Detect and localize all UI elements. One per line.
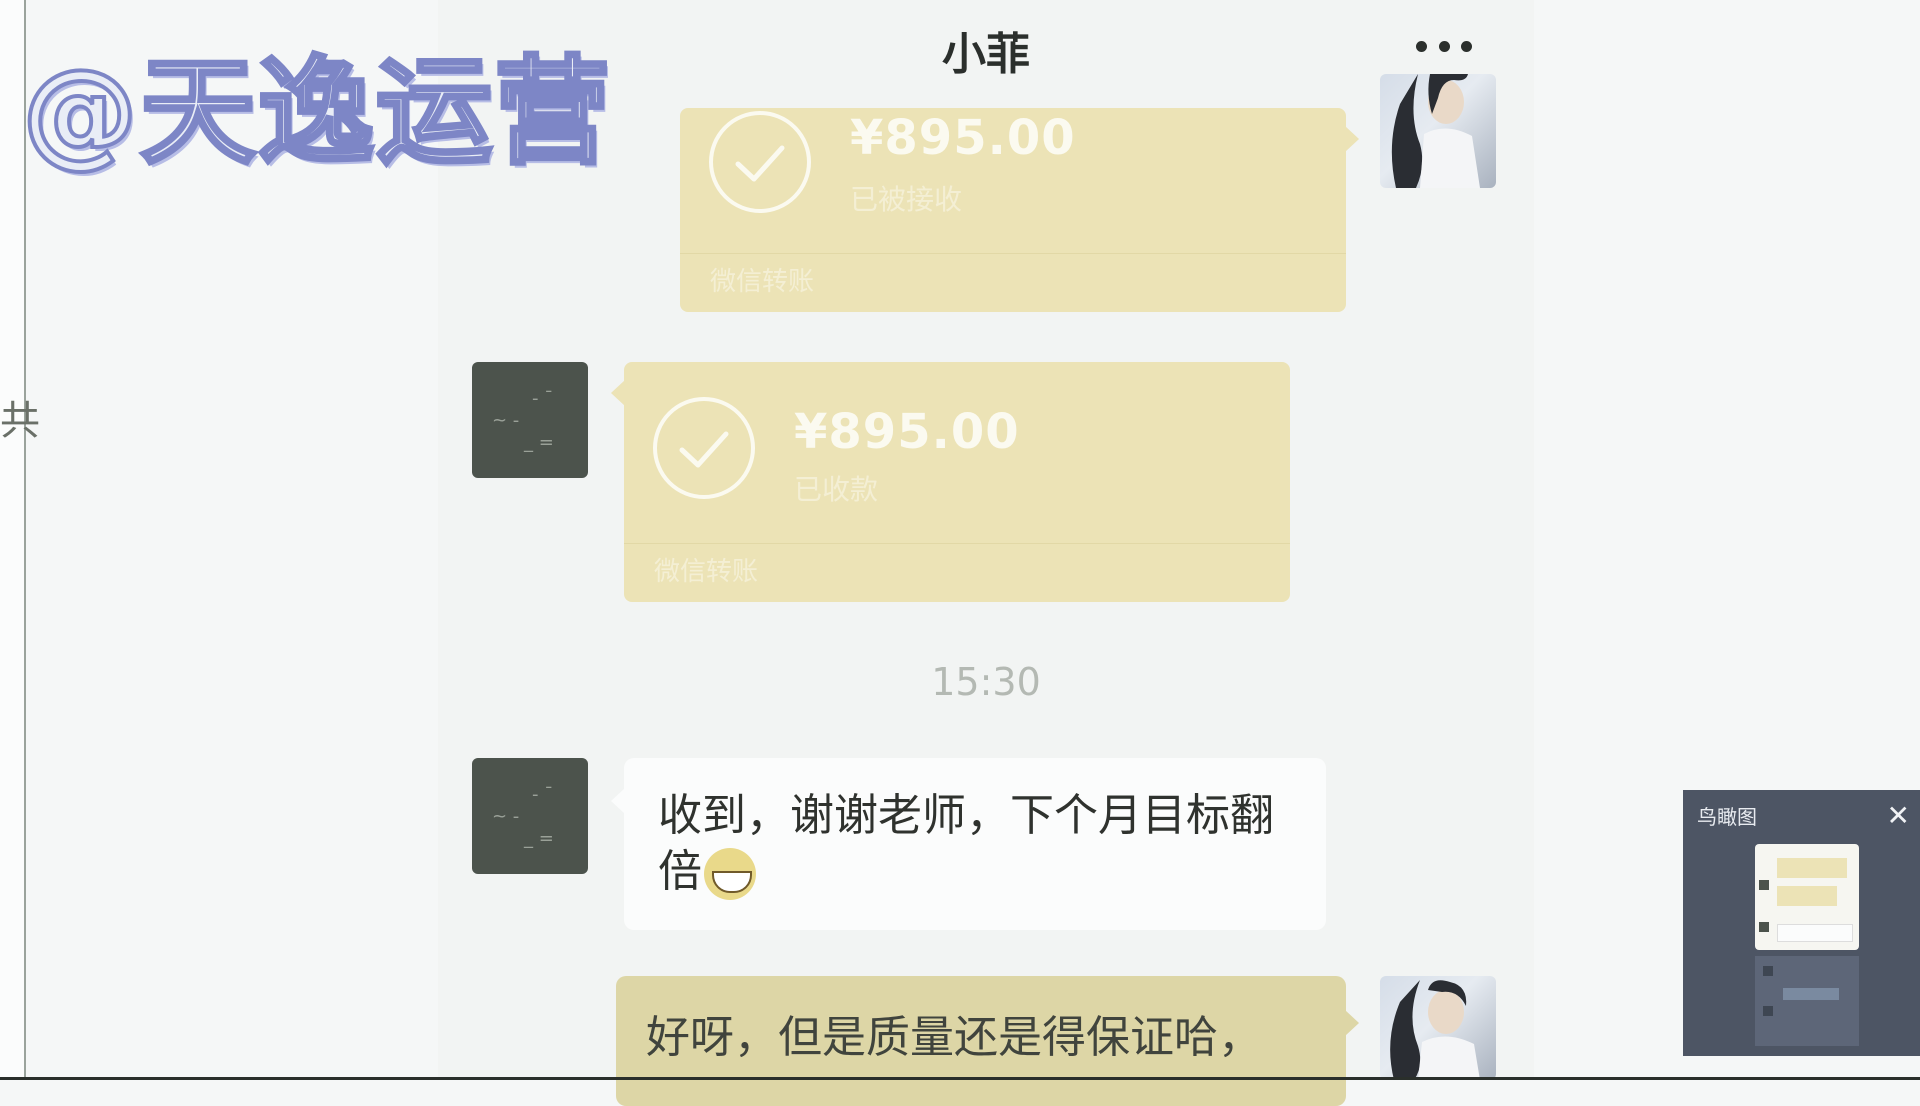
more-dots-icon[interactable]: [1416, 26, 1472, 66]
transfer-divider: [624, 543, 1290, 544]
transfer-amount: ¥895.00: [794, 404, 1020, 460]
transfer-card-sent[interactable]: ¥895.00 已被接收 微信转账: [680, 108, 1359, 312]
message-bubble-received[interactable]: 收到，谢谢老师，下个月目标翻 倍: [611, 758, 1326, 930]
overview-thumbnail[interactable]: [1755, 844, 1859, 950]
grinning-face-emoji-icon: [704, 848, 756, 900]
overview-viewport: [1755, 956, 1859, 1046]
transfer-brand: 微信转账: [654, 557, 759, 587]
transfer-brand: 微信转账: [710, 267, 815, 297]
overview-panel[interactable]: 鸟瞰图 ✕: [1683, 790, 1920, 1056]
time-divider: 15:30: [931, 660, 1041, 704]
overview-panel-title: 鸟瞰图: [1697, 804, 1757, 829]
transfer-divider: [680, 253, 1346, 254]
message-text: 倍: [658, 846, 702, 897]
watermark-logo: @天逸运营: [20, 43, 612, 182]
transfer-card-received[interactable]: ¥895.00 已收款 微信转账: [611, 362, 1290, 602]
transfer-status: 已被接收: [850, 183, 963, 216]
avatar-contact[interactable]: [1380, 976, 1496, 1080]
transfer-status: 已收款: [794, 473, 879, 506]
check-circle-icon: [709, 111, 811, 213]
message-text: 好呀，但是质量还是得保证哈，: [646, 1012, 1262, 1063]
message-bubble-sent[interactable]: 好呀，但是质量还是得保证哈，: [616, 976, 1359, 1106]
transfer-amount: ¥895.00: [850, 110, 1076, 166]
avatar-contact[interactable]: [1380, 74, 1496, 188]
avatar-self[interactable]: ~ -- ˉ _ =: [472, 362, 588, 478]
message-text: 收到，谢谢老师，下个月目标翻: [658, 790, 1274, 841]
left-edge-glyph: 共: [0, 398, 40, 444]
close-icon[interactable]: ✕: [1887, 799, 1910, 832]
avatar-self[interactable]: ~ -- ˉ _ =: [472, 758, 588, 874]
check-circle-icon: [653, 397, 755, 499]
